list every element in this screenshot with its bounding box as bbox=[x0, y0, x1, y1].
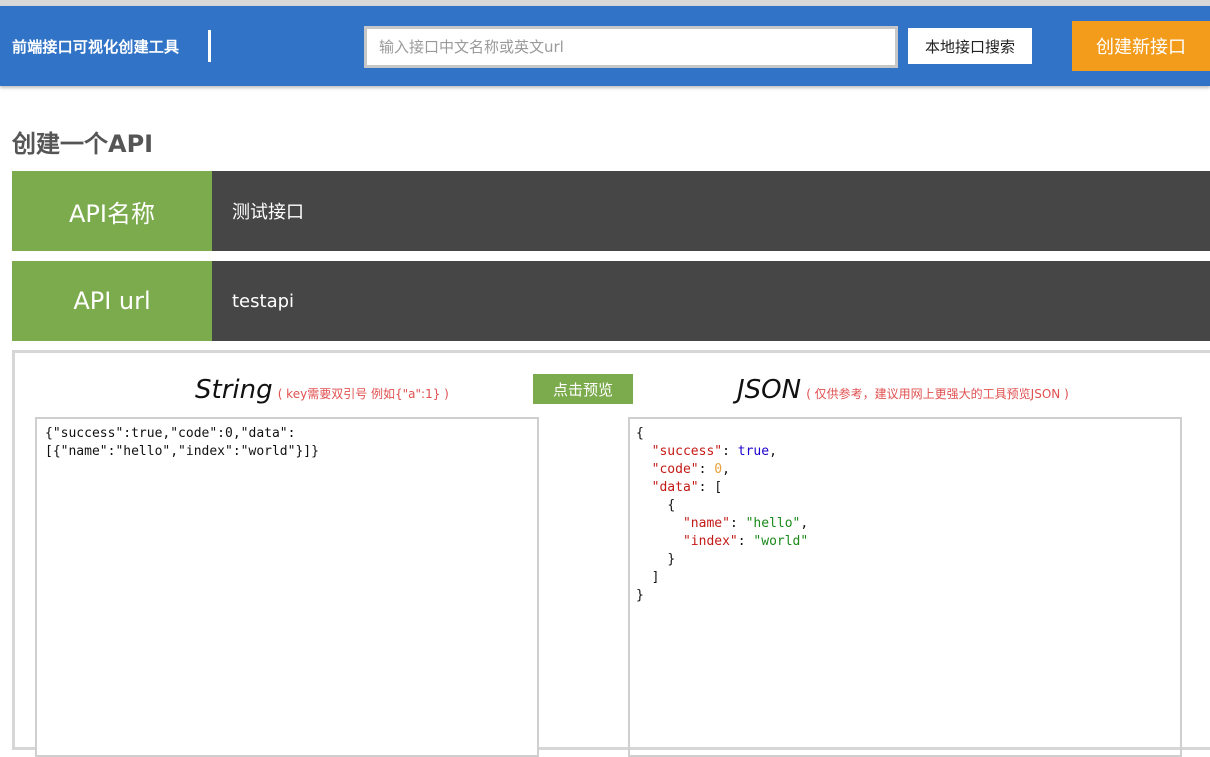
json-key: "success" bbox=[651, 444, 723, 459]
create-api-button[interactable]: 创建新接口 bbox=[1072, 21, 1210, 71]
page-title: 创建一个API bbox=[12, 130, 154, 158]
json-token: } bbox=[667, 552, 676, 567]
search-input[interactable] bbox=[364, 26, 898, 68]
brand-divider bbox=[208, 30, 211, 62]
json-token: [ bbox=[714, 480, 723, 495]
api-url-label: API url bbox=[12, 261, 212, 341]
json-bool: true bbox=[737, 444, 770, 459]
json-title: JSON ( 仅供参考，建议用网上更强大的工具预览JSON ) bbox=[737, 375, 1069, 405]
local-search-button[interactable]: 本地接口搜索 bbox=[908, 28, 1032, 64]
api-name-label: API名称 bbox=[12, 171, 212, 251]
api-name-row: API名称 bbox=[12, 171, 1210, 251]
string-title: String ( key需要双引号 例如{"a":1} ) bbox=[195, 375, 449, 405]
api-url-row: API url bbox=[12, 261, 1210, 341]
api-name-input[interactable] bbox=[212, 171, 1210, 251]
json-number: 0 bbox=[714, 462, 723, 477]
brand-title: 前端接口可视化创建工具 bbox=[12, 38, 180, 56]
json-key: "code" bbox=[651, 462, 699, 477]
json-title-text: JSON bbox=[737, 375, 802, 405]
json-token: { bbox=[636, 426, 644, 441]
json-key: "index" bbox=[682, 534, 738, 549]
json-token: } bbox=[636, 588, 644, 603]
string-title-text: String bbox=[195, 375, 273, 405]
json-token: ] bbox=[651, 570, 660, 585]
json-preview: { "success": true, "code": 0, "data": [ … bbox=[628, 417, 1182, 757]
json-string: "hello" bbox=[745, 516, 801, 531]
api-url-input[interactable] bbox=[212, 261, 1210, 341]
editor-panel: String ( key需要双引号 例如{"a":1} ) 点击预览 JSON … bbox=[12, 350, 1210, 757]
json-string: "world" bbox=[753, 534, 809, 549]
json-key: "name" bbox=[682, 516, 730, 531]
string-hint: ( key需要双引号 例如{"a":1} ) bbox=[277, 387, 449, 401]
json-key: "data" bbox=[651, 480, 699, 495]
header-bar: 前端接口可视化创建工具 本地接口搜索 创建新接口 bbox=[0, 6, 1210, 86]
json-hint: ( 仅供参考，建议用网上更强大的工具预览JSON ) bbox=[806, 387, 1069, 401]
preview-button[interactable]: 点击预览 bbox=[533, 374, 633, 404]
string-input[interactable]: {"success":true,"code":0,"data":[{"name"… bbox=[35, 417, 539, 757]
json-token: { bbox=[667, 498, 676, 513]
